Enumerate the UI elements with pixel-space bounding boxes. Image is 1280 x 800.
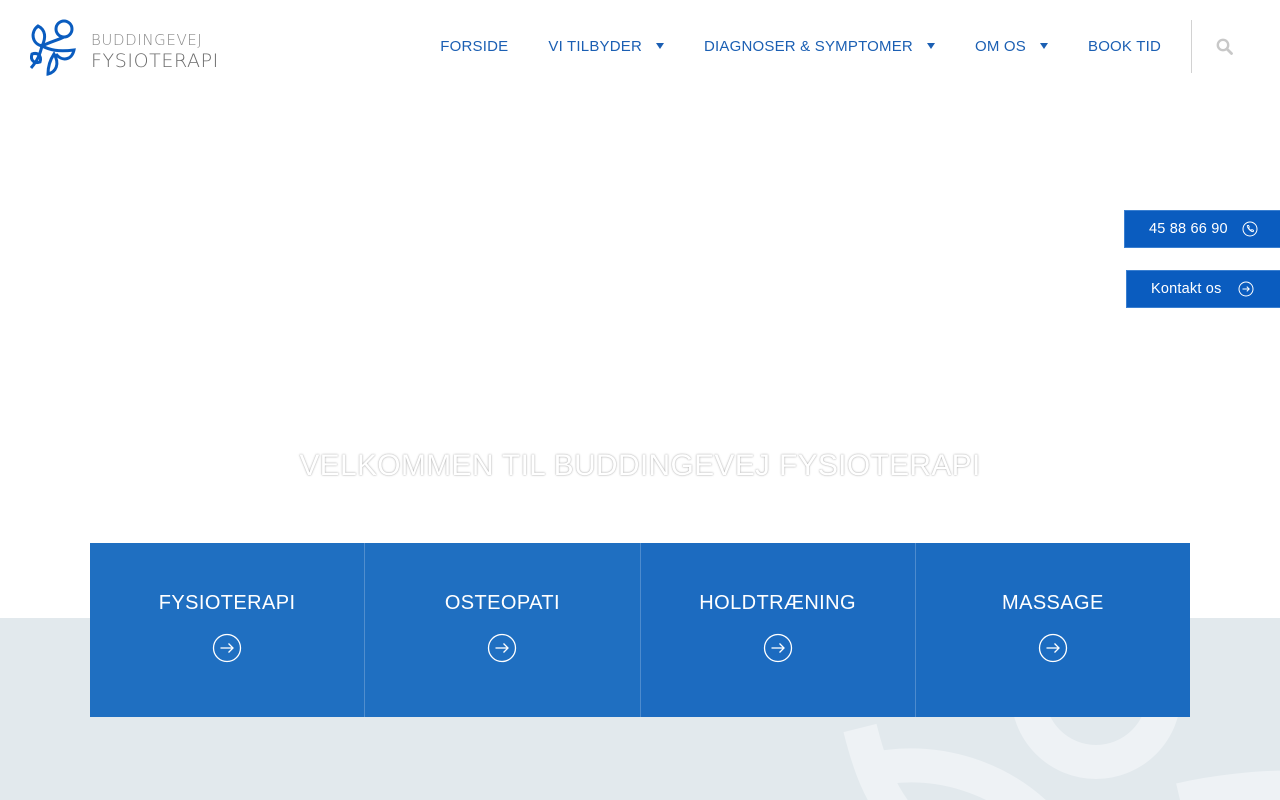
logo-text-line2: FYSIOTERAPI (91, 50, 219, 72)
logo-leaf-icon (29, 19, 76, 76)
nav-item-label: FORSIDE (440, 37, 509, 55)
phone-icon (1242, 221, 1258, 237)
nav-item-label: DIAGNOSER & SYMPTOMER (704, 37, 913, 55)
logo[interactable]: BUDDINGEVEJ FYSIOTERAPI (28, 18, 218, 76)
nav-item-label: OM OS (974, 37, 1026, 55)
nav-item-diagnoser-symptomer[interactable]: DIAGNOSER & SYMPTOMER (684, 0, 955, 92)
search-button[interactable] (1192, 0, 1280, 92)
service-card-osteopati[interactable]: OSTEOPATI (364, 543, 640, 717)
nav-item-forside[interactable]: FORSIDE (420, 0, 528, 92)
caret-down-icon (656, 43, 664, 49)
nav-item-label: BOOK TID (1087, 37, 1161, 55)
nav-item-book-tid[interactable]: BOOK TID (1068, 0, 1191, 92)
services-grid: FYSIOTERAPI OSTEOPATI HOLDTRÆNING MASSAG… (90, 543, 1190, 717)
search-icon (1216, 38, 1233, 55)
service-card-massage[interactable]: MASSAGE (914, 543, 1190, 717)
nav-item-om-os[interactable]: OM OS (955, 0, 1068, 92)
hero-section: VELKOMMEN TIL BUDDINGEVEJ FYSIOTERAPI (0, 92, 1280, 618)
arrow-circle-icon (763, 633, 792, 663)
contact-button[interactable]: Kontakt os (1126, 270, 1280, 308)
arrow-circle-icon (1038, 633, 1068, 663)
hero-title: VELKOMMEN TIL BUDDINGEVEJ FYSIOTERAPI (299, 449, 981, 482)
service-card-holdtraening[interactable]: HOLDTRÆNING (639, 543, 915, 717)
logo-text-line1: BUDDINGEVEJ (91, 31, 203, 49)
arrow-circle-icon (1238, 281, 1254, 297)
service-card-title: MASSAGE (1002, 592, 1104, 614)
nav-item-label: VI TILBYDER (548, 37, 642, 55)
caret-down-icon (1039, 43, 1048, 49)
service-card-title: OSTEOPATI (444, 592, 560, 614)
phone-number: 45 88 66 90 (1149, 221, 1228, 237)
main-nav: FORSIDE VI TILBYDER DIAGNOSER & SYMPTOME… (420, 0, 1280, 92)
caret-down-icon (926, 43, 935, 49)
site-header: BUDDINGEVEJ FYSIOTERAPI FORSIDE VI TILBY… (0, 0, 1280, 92)
service-card-title: FYSIOTERAPI (158, 592, 296, 614)
arrow-circle-icon (488, 633, 517, 663)
service-card-fysioterapi[interactable]: FYSIOTERAPI (90, 543, 365, 717)
arrow-circle-icon (212, 633, 242, 663)
nav-item-vi-tilbyder[interactable]: VI TILBYDER (528, 0, 684, 92)
service-card-title: HOLDTRÆNING (699, 592, 856, 614)
contact-label: Kontakt os (1151, 281, 1222, 297)
phone-button[interactable]: 45 88 66 90 (1124, 210, 1280, 248)
